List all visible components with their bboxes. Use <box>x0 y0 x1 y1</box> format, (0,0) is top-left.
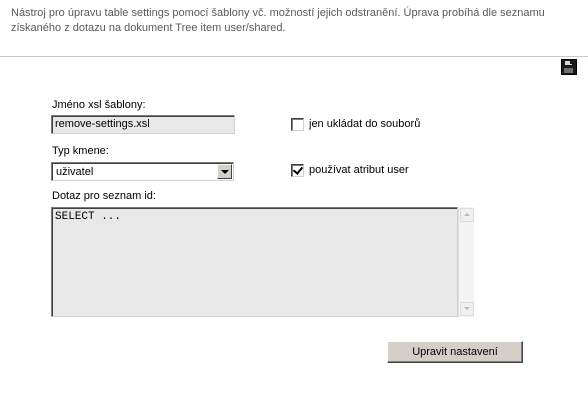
save-settings-button[interactable]: Upravit nastavení <box>387 341 523 363</box>
only-save-to-files-label: jen ukládat do souborů <box>309 118 421 130</box>
use-user-attribute-checkbox[interactable] <box>291 164 304 177</box>
root-type-selected-value: uživatel <box>56 166 94 178</box>
scroll-up-icon[interactable] <box>460 208 474 222</box>
divider <box>0 56 588 57</box>
checkmark-icon <box>292 164 304 175</box>
xsl-template-label: Jméno xsl šablony: <box>52 99 146 111</box>
id-query-scrollbar[interactable] <box>458 207 474 317</box>
only-save-to-files-checkbox[interactable] <box>291 118 304 131</box>
use-user-attribute-label: používat atribut user <box>309 164 409 176</box>
id-query-textarea[interactable]: SELECT ... <box>51 207 458 317</box>
scroll-down-icon[interactable] <box>460 302 474 316</box>
id-query-label: Dotaz pro seznam id: <box>52 190 156 202</box>
chevron-down-icon[interactable] <box>217 164 232 179</box>
xsl-template-input[interactable]: remove-settings.xsl <box>51 115 235 134</box>
description-text: Nástroj pro úpravu table settings pomocí… <box>11 7 545 34</box>
root-type-label: Typ kmene: <box>52 145 109 157</box>
root-type-select[interactable]: uživatel <box>51 162 234 181</box>
floppy-disk-icon[interactable] <box>561 59 577 75</box>
id-query-text: SELECT ... <box>55 211 122 223</box>
